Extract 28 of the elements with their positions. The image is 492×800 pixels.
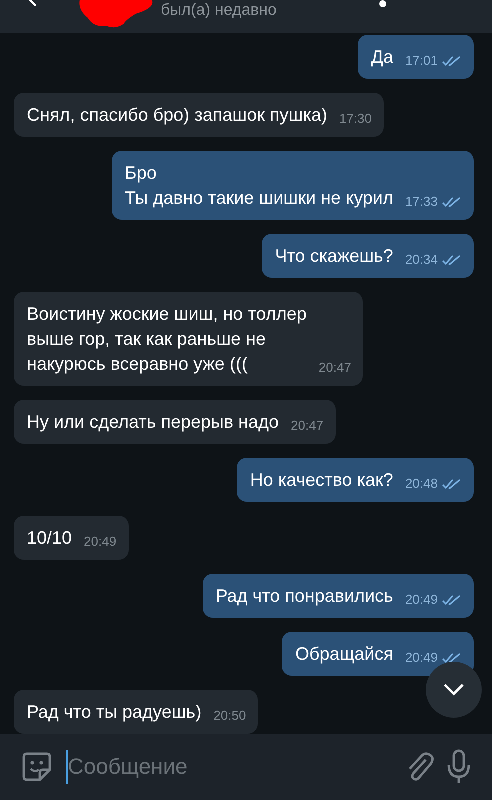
message-text: Обращайся — [295, 643, 394, 666]
message-text: Да — [371, 46, 394, 69]
message-time: 17:33 — [405, 195, 438, 209]
message-time: 17:01 — [405, 54, 438, 68]
message-text: Что скажешь? — [275, 245, 394, 268]
message-time: 20:50 — [214, 709, 246, 723]
message-text: Ну или сделать перерыв надо — [27, 411, 280, 434]
message-text: Снял, спасибо бро) запашок пушка) — [27, 104, 328, 127]
message-text: Рад что понравились — [216, 585, 394, 608]
message-time: 20:47 — [291, 419, 324, 433]
message-time: 20:34 — [405, 253, 438, 267]
message-composer[interactable]: Сообщение — [0, 734, 492, 800]
message-time: 20:49 — [405, 593, 438, 607]
chevron-down-icon — [443, 683, 465, 697]
message-time: 20:49 — [84, 535, 117, 549]
menu-icon[interactable] — [379, 0, 387, 8]
last-seen-status: был(а) недавно — [161, 2, 277, 20]
message-text: Бро Ты давно такие шишки не курил — [125, 162, 394, 210]
message-text: Воистину жоские шиш, но толлер выше гор, так как раньше не накурюсь всеравно уже ((( — [27, 303, 307, 376]
message-text: Но качество как? — [250, 469, 394, 492]
message-text: Рад что ты радуешь) — [27, 701, 202, 724]
microphone-icon[interactable] — [446, 749, 472, 785]
message-time: 20:49 — [405, 651, 438, 665]
message-time: 20:48 — [405, 477, 438, 491]
message-time: 20:47 — [318, 361, 352, 375]
sticker-icon[interactable] — [20, 750, 54, 784]
message-time: 17:30 — [339, 112, 372, 126]
message-text: 10/10 — [27, 527, 72, 550]
